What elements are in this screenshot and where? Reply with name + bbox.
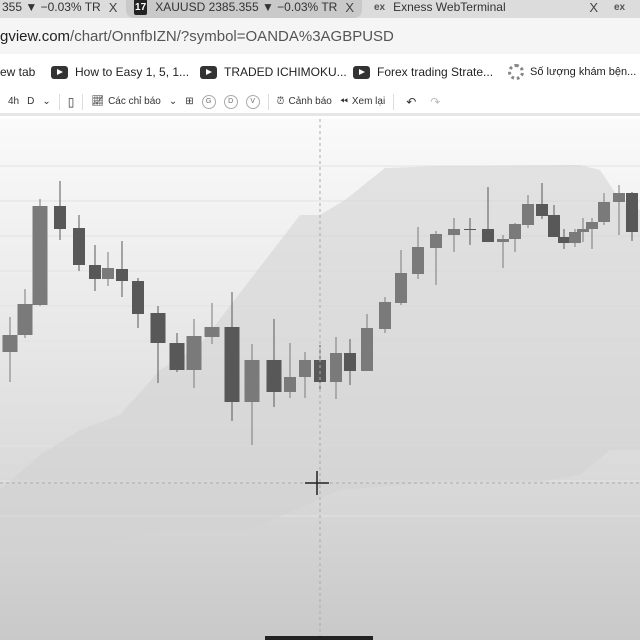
replay-button[interactable]: ⏪︎ Xem lại [340, 96, 385, 107]
candle-body [558, 237, 570, 243]
alarm-clock-icon: ⏰︎ [276, 96, 285, 107]
candle-body [536, 204, 548, 216]
candle-body [17, 304, 33, 335]
candle-body [54, 206, 66, 229]
tab-bar: 355 ▼ −0.03% TR X 17 XAUUSD 2385.355 ▼ −0.… [0, 0, 640, 18]
tab-xauusd[interactable]: 17 XAUUSD 2385.355 ▼ −0.03% TR X [126, 0, 362, 18]
candle-body [522, 204, 534, 225]
indicators-icon: 📈︎ [91, 96, 105, 107]
chart-canvas[interactable] [0, 119, 640, 640]
candle-body [299, 360, 311, 377]
candle-body [569, 232, 581, 243]
close-tab-icon[interactable]: X [345, 0, 354, 15]
close-tab-icon[interactable]: X [589, 0, 598, 15]
candle-body [244, 360, 260, 402]
candle-body [73, 228, 85, 265]
candle-body [344, 353, 356, 371]
tab-tradingview[interactable]: 355 ▼ −0.03% TR X [0, 0, 125, 18]
candle-body [361, 328, 373, 371]
bookmark-new-tab[interactable]: ew tab [0, 54, 35, 90]
candle-type-icon[interactable]: ▯ [68, 95, 75, 109]
candle-body [186, 336, 202, 370]
url-path: /chart/OnnfbIZN/?symbol=OANDA%3AGBPUSD [70, 27, 394, 45]
candle-body [102, 268, 114, 279]
youtube-icon [200, 65, 217, 79]
d-button[interactable]: D [223, 94, 238, 109]
candle-body [577, 229, 589, 232]
tradingview-favicon-icon: 17 [134, 0, 148, 15]
bookmark-video-2[interactable]: TRADED ICHIMOKU... [200, 54, 347, 90]
v-button[interactable]: V [245, 94, 260, 109]
tab-exness-2[interactable]: ex [608, 0, 640, 18]
candle-body [548, 215, 560, 237]
candle-body [330, 353, 342, 382]
interval-4h-button[interactable]: 4h [8, 96, 19, 107]
chart-scrollbar[interactable] [265, 636, 373, 640]
g-button[interactable]: G [201, 94, 216, 109]
candle-body [412, 247, 424, 274]
candle-body [598, 202, 610, 222]
candle-body [2, 335, 18, 352]
candle-body [150, 313, 166, 343]
indicators-chevron-down-icon[interactable]: ⌄ [169, 96, 177, 107]
candle-body [284, 377, 296, 392]
chart-toolbar: 4h D ⌄ ▯ 📈︎ Các chỉ báo ⌄ ⊞ G D V ⏰︎ Cảnh … [0, 90, 640, 116]
bookmark-video-1[interactable]: How to Easy 1, 5, 1... [51, 54, 189, 90]
candle-body [32, 206, 48, 305]
candle-body [379, 302, 391, 329]
candle-body [586, 222, 598, 229]
divider [58, 93, 60, 110]
divider [393, 93, 395, 110]
candle-body [430, 234, 442, 248]
tab-exness[interactable]: ex Exness WebTerminal X [366, 0, 606, 18]
alert-button[interactable]: ⏰︎ Cảnh báo [277, 96, 332, 107]
candle-body [169, 343, 185, 370]
candle-body [266, 360, 282, 392]
youtube-icon [51, 65, 68, 79]
divider [82, 93, 84, 110]
bookmark-video-3[interactable]: Forex trading Strate... [353, 54, 493, 90]
redo-button[interactable]: ↷ [430, 95, 440, 109]
address-bar[interactable]: gview.com/chart/OnnfbIZN/?symbol=OANDA%3… [0, 18, 640, 54]
url-host: gview.com [0, 27, 71, 45]
gear-icon [508, 64, 524, 80]
interval-d-button[interactable]: D [27, 96, 34, 107]
exness-favicon-icon: ex [614, 1, 626, 13]
candle-body [482, 229, 494, 242]
layouts-grid-icon[interactable]: ⊞ [185, 96, 193, 107]
candle-body [464, 229, 476, 230]
candle-body [509, 224, 521, 239]
candle-body [497, 239, 509, 242]
candle-body [224, 327, 240, 402]
price-chart[interactable] [0, 119, 640, 640]
divider [267, 93, 269, 110]
candle-body [89, 265, 101, 279]
close-tab-icon[interactable]: X [109, 0, 118, 15]
candle-body [448, 229, 460, 235]
rewind-icon: ⏪︎ [339, 96, 348, 107]
youtube-icon [353, 65, 370, 79]
candle-body [204, 327, 220, 337]
exness-favicon-icon: ex [374, 1, 386, 13]
indicators-button[interactable]: 📈︎ Các chỉ báo [91, 96, 161, 107]
candle-body [613, 193, 625, 202]
bookmark-site[interactable]: Số lượng khám bện... [508, 54, 636, 90]
candle-body [626, 193, 638, 232]
bookmarks-bar: ew tab How to Easy 1, 5, 1... TRADED ICH… [0, 54, 640, 90]
interval-chevron-down-icon[interactable]: ⌄ [42, 96, 50, 107]
candle-body [132, 281, 144, 314]
candle-body [116, 269, 128, 281]
undo-button[interactable]: ↶ [406, 95, 416, 109]
candle-body [395, 273, 407, 303]
